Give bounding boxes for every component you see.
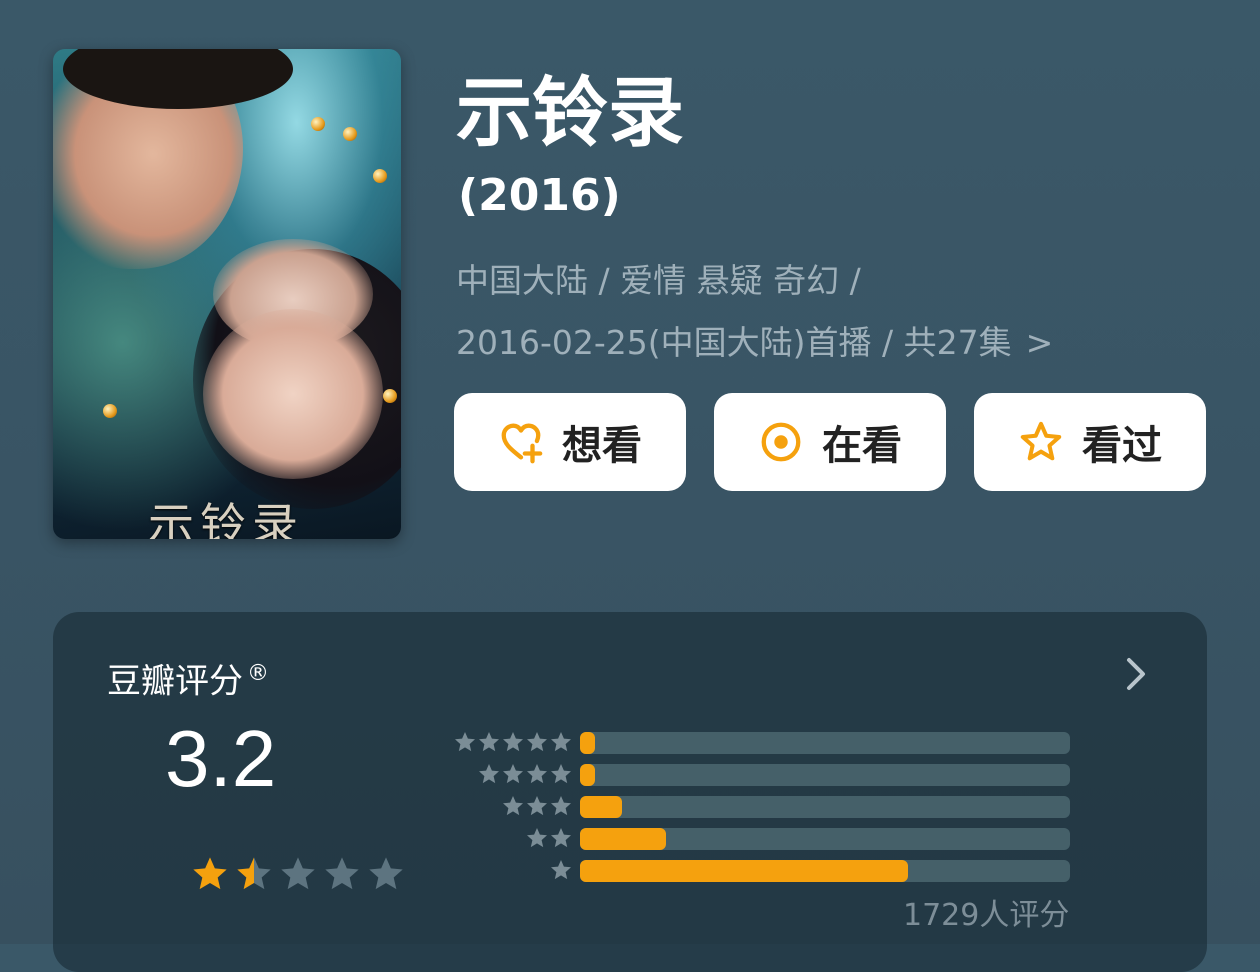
poster-orb (373, 169, 387, 183)
rating-bar-track (580, 764, 1070, 786)
target-circle-icon (761, 422, 801, 462)
heart-plus-icon (501, 423, 543, 464)
row-stars (477, 762, 573, 786)
rating-row-5-star (438, 730, 1078, 754)
rating-bar-fill (580, 764, 595, 786)
star-icon (551, 860, 571, 880)
star-icon (551, 828, 571, 848)
star-icon (551, 764, 571, 784)
chevron-right-icon[interactable] (1123, 654, 1149, 694)
star-icon (369, 857, 403, 890)
registered-mark: ® (247, 661, 269, 686)
rating-stars (189, 854, 407, 894)
poster-orb (311, 117, 325, 131)
show-meta-release[interactable]: 2016-02-25(中国大陆)首播 / 共27集 > (456, 321, 1053, 365)
rating-bar-fill (580, 732, 595, 754)
star-icon (551, 796, 571, 816)
star-icon (479, 732, 499, 752)
star-icon (527, 796, 547, 816)
rating-title-text: 豆瓣评分 (107, 661, 243, 702)
rating-bar-track (580, 860, 1070, 882)
row-stars (525, 826, 573, 850)
show-meta-genres[interactable]: 中国大陆 / 爱情 悬疑 奇幻 / (456, 259, 861, 303)
watched-button[interactable]: 看过 (974, 393, 1206, 491)
poster-orb (343, 127, 357, 141)
star-icon (503, 732, 523, 752)
star-icon (527, 732, 547, 752)
star-icon (551, 732, 571, 752)
poster-orb (383, 389, 397, 403)
star-outline-icon (1020, 421, 1062, 461)
chevron-right-icon: > (1025, 323, 1054, 362)
poster-orb (103, 404, 117, 418)
rating-count[interactable]: 1729人评分 (903, 896, 1069, 936)
star-icon (193, 857, 227, 890)
rating-bar-track (580, 828, 1070, 850)
star-icon (455, 732, 475, 752)
meta-line-2: 2016-02-25(中国大陆)首播 / 共27集 (456, 323, 1012, 362)
rating-row-3-star (438, 794, 1078, 818)
poster-image[interactable]: 示铃录 (53, 49, 401, 539)
star-icon (527, 764, 547, 784)
rating-bar-track (580, 796, 1070, 818)
show-year: (2016) (458, 170, 621, 221)
watching-button[interactable]: 在看 (714, 393, 946, 491)
star-icon (503, 796, 523, 816)
douban-rating-card[interactable]: 豆瓣评分 ® 3.2 1729人评分 (53, 612, 1207, 972)
star-icon (281, 857, 315, 890)
rating-bar-fill (580, 860, 909, 882)
watching-label: 在看 (822, 423, 902, 469)
rating-bar-fill (580, 796, 622, 818)
star-icon (503, 764, 523, 784)
poster-title-text: 示铃录 (148, 498, 304, 539)
row-stars (453, 730, 573, 754)
rating-bar-fill (580, 828, 666, 850)
rating-score: 3.2 (165, 714, 277, 803)
row-stars (501, 794, 573, 818)
rating-bar-track (580, 732, 1070, 754)
star-icon (527, 828, 547, 848)
star-icon (325, 857, 359, 890)
row-stars (549, 858, 573, 882)
want-to-watch-button[interactable]: 想看 (454, 393, 686, 491)
star-icon (237, 857, 271, 890)
rating-row-1-star (438, 858, 1078, 882)
meta-line-1: 中国大陆 / 爱情 悬疑 奇幻 / (456, 261, 861, 300)
want-label: 想看 (562, 423, 642, 469)
star-icon (479, 764, 499, 784)
rating-card-title: 豆瓣评分 ® (107, 652, 269, 703)
rating-row-2-star (438, 826, 1078, 850)
rating-row-4-star (438, 762, 1078, 786)
watched-label: 看过 (1082, 423, 1162, 469)
show-title: 示铃录 (456, 68, 684, 157)
poster-face-woman-front (203, 309, 383, 479)
